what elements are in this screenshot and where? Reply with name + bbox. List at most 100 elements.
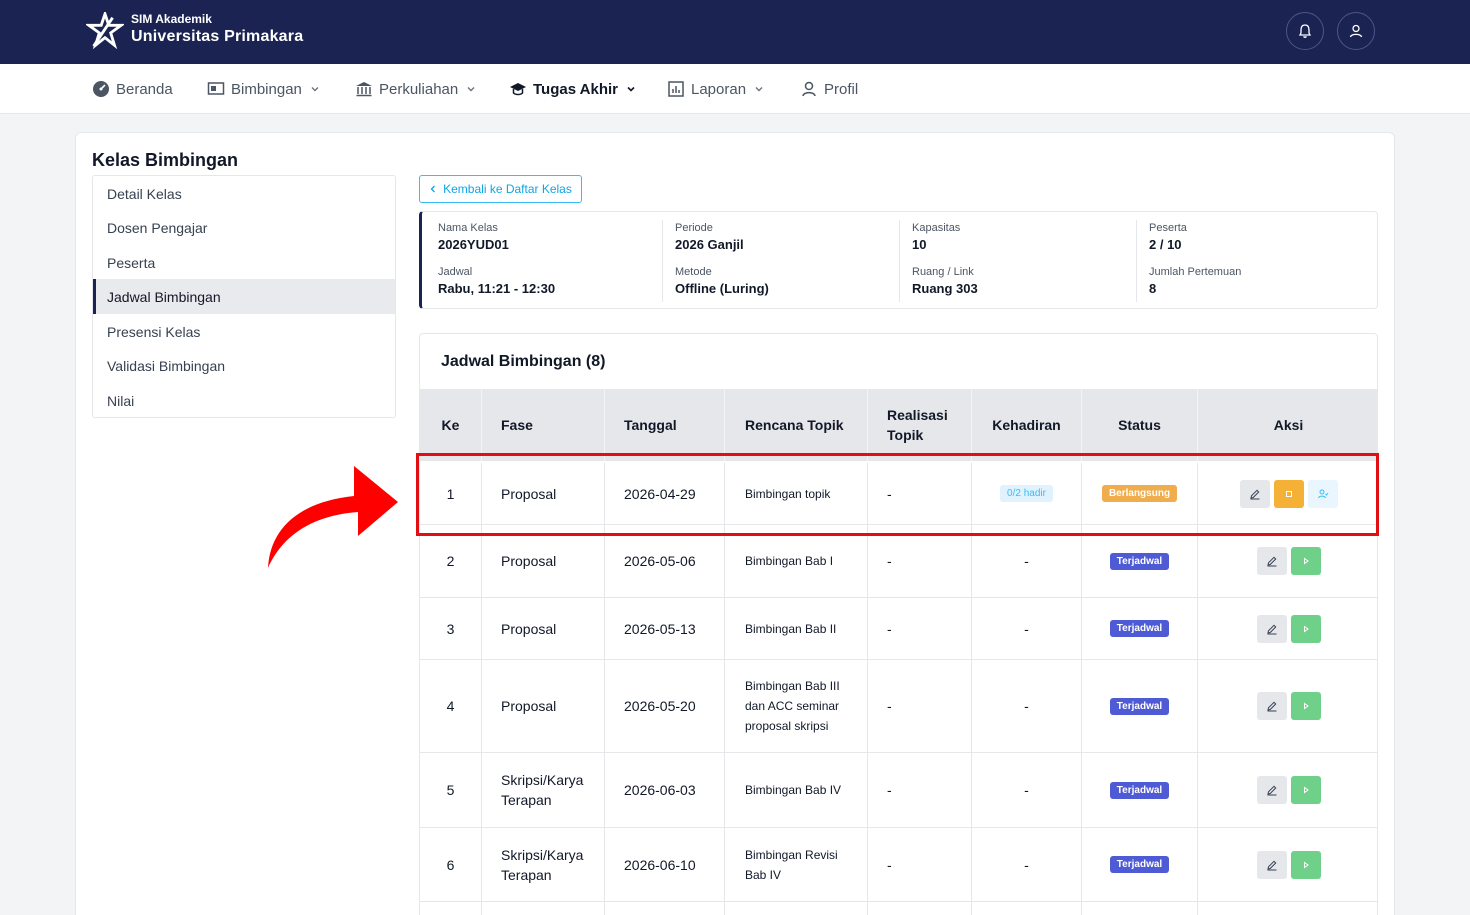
chevron-down-icon [755,87,763,92]
cell-realisasi-topik: - [868,660,972,752]
nav-laporan[interactable]: Laporan [667,64,764,114]
info-jumlah-pertemuan: Jumlah Pertemuan 8 [1149,266,1241,296]
pencil-icon [1266,624,1276,634]
board-icon [207,82,225,95]
cell-rencana-topik: Bimbingan topik [725,463,868,524]
info-label: Jadwal [438,266,473,278]
cell-realisasi-topik: - [868,753,972,827]
pencil-icon [1249,489,1259,499]
status-badge: Berlangsung [1101,485,1178,502]
attendance-button[interactable] [1307,479,1338,508]
edit-button[interactable] [1256,547,1287,575]
info-value: Ruang 303 [912,281,978,296]
status-badge: Terjadwal [1109,697,1170,715]
sidebar-item-jadwal-bimbingan[interactable]: Jadwal Bimbingan [93,279,395,314]
notification-button[interactable] [1286,12,1324,50]
cell-fase: Skripsi/Karya Terapan [482,828,605,901]
cell-aksi [1198,463,1377,524]
app-title: Universitas Primakara [131,28,304,45]
edit-button[interactable] [1256,692,1287,720]
cell-rencana-topik: Bimbingan Bab IV [725,753,868,827]
cell-kehadiran: - [972,598,1082,659]
nav-perkuliahan[interactable]: Perkuliahan [355,64,476,114]
attendance-badge[interactable]: 0/2 hadir [1000,485,1053,502]
start-session-button[interactable] [1290,776,1321,804]
university-logo-icon[interactable] [86,12,124,50]
start-session-button[interactable] [1290,692,1321,720]
nav-bimbingan[interactable]: Bimbingan [207,64,320,114]
cell-ke [420,902,482,915]
user-icon [802,81,816,97]
curved-arrow-icon [268,466,398,568]
edit-button[interactable] [1256,850,1287,879]
cell-ke: 1 [420,463,482,524]
sidebar-item-detail-kelas[interactable]: Detail Kelas [93,176,395,211]
sidebar-item-dosen-pengajar[interactable]: Dosen Pengajar [93,210,395,245]
info-kapasitas: Kapasitas 10 [912,222,960,252]
info-label: Ruang / Link [912,266,974,278]
sidebar-item-peserta[interactable]: Peserta [93,245,395,280]
cell-status: Terjadwal [1082,753,1198,827]
pencil-icon [1266,785,1276,796]
start-session-button[interactable] [1290,850,1321,879]
info-nama-kelas: Nama Kelas 2026YUD01 [438,222,509,252]
app-subtitle: SIM Akademik [131,12,212,26]
cell-aksi [1198,660,1377,752]
info-periode: Periode 2026 Ganjil [675,222,744,252]
sidebar-item-nilai[interactable]: Nilai [93,383,395,418]
info-jadwal: Jadwal Rabu, 11:21 - 12:30 [438,266,555,296]
start-session-button[interactable] [1290,547,1321,575]
cell-status: Terjadwal [1082,525,1198,597]
nav-label: Tugas Akhir [533,80,619,98]
start-session-button[interactable] [1290,614,1321,643]
sidebar-item-validasi-bimbingan[interactable]: Validasi Bimbingan [93,348,395,383]
profile-button[interactable] [1337,12,1375,50]
chevron-down-icon [627,86,635,92]
back-to-class-list-button[interactable]: Kembali ke Daftar Kelas [419,175,582,203]
cell-status: Terjadwal [1082,828,1198,901]
nav-label: Perkuliahan [379,80,459,98]
nav-tugas-akhir[interactable]: Tugas Akhir [509,64,636,114]
edit-button[interactable] [1239,479,1270,508]
cell-rencana-topik: Bimbingan Revisi Bab IV [725,828,868,901]
table-row [420,902,1377,915]
cell-kehadiran: 0/2 hadir [972,463,1082,524]
top-bar: SIM Akademik Universitas Primakara [0,0,1470,64]
play-icon [1303,625,1309,632]
cell-tanggal: 2026-05-20 [605,660,725,752]
column-header-realisasi-topik: Realisasi Topik [868,389,972,461]
pencil-icon [1266,701,1276,712]
info-value: 2026 Ganjil [675,237,744,252]
status-badge: Terjadwal [1109,781,1170,799]
cell-rencana-topik [725,902,868,915]
back-label: Kembali ke Daftar Kelas [443,182,572,196]
chevron-left-icon [430,185,436,193]
edit-button[interactable] [1256,614,1287,643]
building-icon [356,82,372,97]
divider [899,220,900,302]
stop-session-button[interactable] [1273,479,1304,508]
column-header-aksi: Aksi [1273,417,1304,433]
cell-realisasi-topik: - [868,525,972,597]
bell-icon [1298,24,1312,38]
cell-aksi [1198,902,1377,915]
user-icon [1349,24,1363,38]
class-sidebar: Detail Kelas Dosen Pengajar Peserta Jadw… [92,175,396,418]
edit-button[interactable] [1256,776,1287,804]
cell-kehadiran: - [972,828,1082,901]
sidebar-item-presensi-kelas[interactable]: Presensi Kelas [93,314,395,349]
main-nav: Beranda Bimbingan Perkuliahan Tugas Akhi… [0,64,1470,114]
cell-fase: Proposal [482,525,605,597]
cell-aksi [1198,828,1377,901]
cell-fase: Proposal [482,660,605,752]
info-label: Nama Kelas [438,222,498,234]
nav-beranda[interactable]: Beranda [92,64,173,114]
cell-status: Terjadwal [1082,660,1198,752]
cell-aksi [1198,598,1377,659]
nav-profil[interactable]: Profil [800,64,858,114]
cell-kehadiran: - [972,753,1082,827]
cell-realisasi-topik [868,902,972,915]
cell-tanggal [605,902,725,915]
cell-kehadiran: - [972,525,1082,597]
cell-kehadiran: - [972,660,1082,752]
